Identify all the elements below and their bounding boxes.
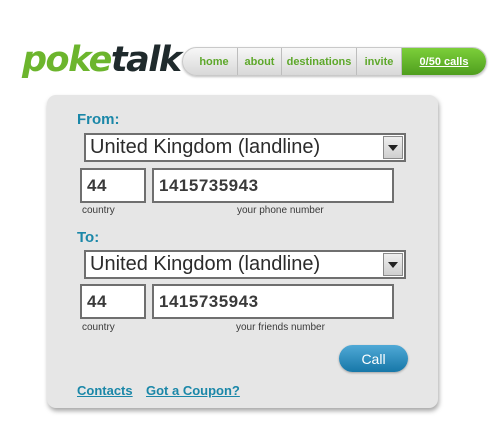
to-country-select-value: United Kingdom (landline) [90,253,321,275]
from-country-caption: country [82,205,115,216]
nav-invite[interactable]: invite [357,48,402,75]
call-button[interactable]: Call [339,345,408,372]
nav-calls-counter[interactable]: 0/50 calls [402,48,486,75]
call-form-panel: From: United Kingdom (landline) 44 14157… [47,95,438,408]
coupon-link[interactable]: Got a Coupon? [146,383,240,398]
from-country-select-value: United Kingdom (landline) [90,136,321,158]
logo-poke: poke [22,40,112,80]
to-phone-input[interactable]: 1415735943 [152,284,394,319]
top-nav: home about destinations invite 0/50 call… [182,47,487,76]
from-country-code-input[interactable]: 44 [80,168,146,203]
from-phone-input[interactable]: 1415735943 [152,168,394,203]
contacts-link[interactable]: Contacts [77,383,133,398]
nav-destinations[interactable]: destinations [282,48,357,75]
nav-about[interactable]: about [238,48,282,75]
poketalk-logo: poketalk [22,40,182,80]
chevron-down-icon[interactable] [383,136,403,159]
to-country-caption: country [82,322,115,333]
nav-home[interactable]: home [183,48,238,75]
from-phone-caption: your phone number [237,205,324,216]
from-country-select[interactable]: United Kingdom (landline) [84,133,406,162]
to-phone-caption: your friends number [236,322,325,333]
to-country-code-input[interactable]: 44 [80,284,146,319]
chevron-down-icon[interactable] [383,253,403,276]
from-label: From: [77,111,120,128]
to-label: To: [77,229,100,246]
logo-talk: talk [110,40,182,80]
to-country-select[interactable]: United Kingdom (landline) [84,250,406,279]
